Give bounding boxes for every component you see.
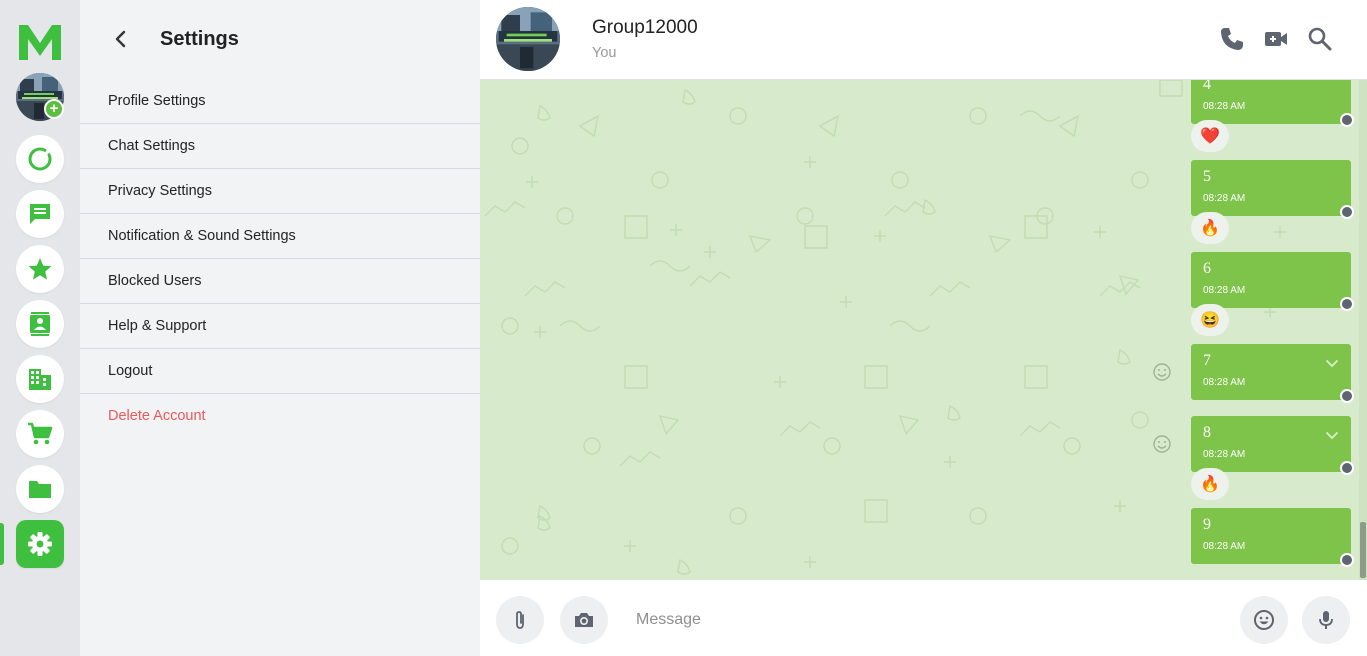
rail-contacts-button[interactable] [16, 300, 64, 348]
building-icon [29, 369, 51, 390]
message-time: 08:28 AM [1203, 541, 1246, 552]
settings-panel: Settings Profile Settings Chat Settings … [80, 0, 480, 656]
menu-item-blocked-users[interactable]: Blocked Users [80, 259, 480, 304]
chevron-down-icon[interactable] [1325, 428, 1339, 442]
chat-header: Group12000 You [480, 0, 1367, 80]
message-list[interactable]: 4 08:28 AM ❤️ 5 08:28 AM 🔥 6 08:28 AM 😆 … [480, 80, 1367, 580]
rail-files-button[interactable] [16, 465, 64, 513]
message-bubble[interactable]: 9 08:28 AM [1191, 508, 1351, 564]
camera-button[interactable] [560, 596, 608, 644]
read-status-icon [1340, 113, 1354, 127]
attachment-icon [516, 611, 524, 629]
message-text: 4 [1203, 80, 1211, 93]
message-text: 9 [1203, 516, 1211, 533]
rail-chats-button[interactable] [16, 190, 64, 238]
message-bubble[interactable]: 6 08:28 AM [1191, 252, 1351, 308]
menu-item-delete-account[interactable]: Delete Account [80, 394, 480, 439]
message-bubble[interactable]: 4 08:28 AM [1191, 80, 1351, 124]
add-reaction-icon[interactable] [1152, 362, 1172, 382]
message-bubble[interactable]: 7 08:28 AM [1191, 344, 1351, 400]
rail-business-button[interactable] [16, 355, 64, 403]
rail-shop-button[interactable] [16, 410, 64, 458]
left-rail: M + [0, 0, 80, 656]
menu-item-privacy-settings[interactable]: Privacy Settings [80, 169, 480, 214]
message-time: 08:28 AM [1203, 377, 1246, 388]
active-indicator [0, 523, 4, 565]
message-time: 08:28 AM [1203, 449, 1246, 460]
message-text: 5 [1203, 168, 1211, 185]
chat-background-pattern [484, 80, 1286, 575]
menu-item-chat-settings[interactable]: Chat Settings [80, 124, 480, 169]
star-icon [28, 258, 52, 280]
rail-status-button[interactable] [16, 135, 64, 183]
menu-item-profile-settings[interactable]: Profile Settings [80, 79, 480, 124]
composer-bar [480, 580, 1367, 656]
message-time: 08:28 AM [1203, 101, 1246, 112]
add-status-icon[interactable]: + [44, 99, 64, 119]
menu-item-logout[interactable]: Logout [80, 349, 480, 394]
settings-title: Settings [160, 28, 239, 50]
rail-starred-button[interactable] [16, 245, 64, 293]
message-bubble[interactable]: 5 08:28 AM [1191, 160, 1351, 216]
rail-settings-button[interactable] [16, 520, 64, 568]
back-arrow-icon[interactable] [110, 28, 132, 50]
read-status-icon [1340, 205, 1354, 219]
voice-record-button[interactable] [1302, 596, 1350, 644]
message-text: 6 [1203, 260, 1211, 277]
status-ring-icon [28, 147, 52, 171]
group-avatar[interactable] [496, 7, 560, 71]
cart-icon [28, 422, 53, 445]
message-scrollbar[interactable] [1359, 80, 1367, 580]
contact-card-icon [30, 312, 50, 336]
folder-icon [29, 481, 51, 498]
attach-button[interactable] [496, 596, 544, 644]
message-text: 8 [1203, 424, 1211, 441]
read-status-icon [1340, 297, 1354, 311]
scrollbar-thumb[interactable] [1360, 522, 1366, 578]
chat-bubble-icon [30, 204, 50, 224]
settings-menu: Profile Settings Chat Settings Privacy S… [80, 79, 480, 439]
add-reaction-icon[interactable] [1152, 434, 1172, 454]
phone-icon[interactable] [1218, 25, 1246, 53]
search-icon[interactable] [1306, 25, 1334, 53]
menu-item-help-support[interactable]: Help & Support [80, 304, 480, 349]
reaction-badge[interactable]: ❤️ [1191, 120, 1229, 152]
message-input[interactable] [624, 604, 1204, 636]
read-status-icon [1340, 553, 1354, 567]
reaction-badge[interactable]: 🔥 [1191, 212, 1229, 244]
read-status-icon [1340, 389, 1354, 403]
message-time: 08:28 AM [1203, 285, 1246, 296]
app-logo[interactable] [17, 23, 63, 61]
video-call-icon[interactable] [1262, 25, 1290, 53]
chat-title[interactable]: Group12000 [592, 17, 698, 39]
camera-icon [575, 613, 593, 627]
menu-item-notification-sound-settings[interactable]: Notification & Sound Settings [80, 214, 480, 259]
reaction-badge[interactable]: 😆 [1191, 304, 1229, 336]
message-bubble[interactable]: 8 08:28 AM [1191, 416, 1351, 472]
microphone-icon [1319, 611, 1333, 629]
reaction-badge[interactable]: 🔥 [1191, 468, 1229, 500]
emoji-icon [1254, 610, 1274, 630]
emoji-button[interactable] [1240, 596, 1288, 644]
message-time: 08:28 AM [1203, 193, 1246, 204]
message-text: 7 [1203, 352, 1211, 369]
chat-subtitle: You [592, 45, 617, 61]
read-status-icon [1340, 461, 1354, 475]
chevron-down-icon[interactable] [1325, 356, 1339, 370]
gear-icon [28, 532, 52, 556]
